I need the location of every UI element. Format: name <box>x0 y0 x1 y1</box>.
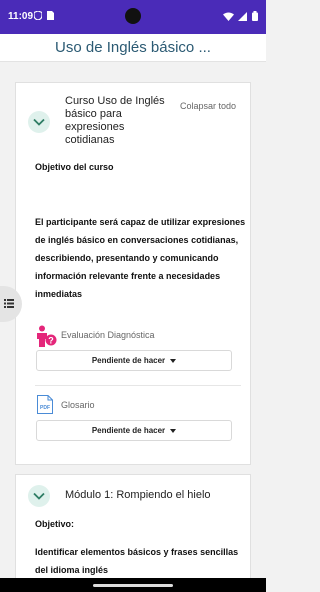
app-bar: Uso de Inglés básico ... <box>0 34 266 62</box>
person-question-icon: ? <box>37 325 57 347</box>
objective-heading: Objetivo del curso <box>35 162 114 172</box>
pdf-icon: PDF <box>37 395 53 414</box>
sim-card-icon <box>46 11 54 20</box>
module-objective-heading: Objetivo: <box>35 519 75 529</box>
status-left-icons <box>33 10 54 22</box>
home-indicator[interactable] <box>93 584 173 587</box>
signal-icon <box>238 12 248 21</box>
course-card: Curso Uso de Inglés básico para expresio… <box>15 82 251 465</box>
objective-text: El participante será capaz de utilizar e… <box>35 217 246 299</box>
svg-text:PDF: PDF <box>40 405 50 411</box>
caret-down-icon <box>170 358 177 363</box>
status-dropdown[interactable]: Pendiente de hacer <box>36 420 232 441</box>
chevron-down-icon <box>33 492 45 500</box>
svg-text:?: ? <box>48 336 54 346</box>
divider <box>35 385 241 386</box>
status-bar: 11:09 <box>0 0 266 34</box>
page-title: Uso de Inglés básico ... <box>55 39 211 56</box>
module-objective-text: Identificar elementos básicos y frases s… <box>35 547 239 575</box>
shield-icon <box>33 10 43 21</box>
caret-down-icon <box>170 428 177 433</box>
chevron-down-icon <box>33 118 45 126</box>
module-title: Módulo 1: Rompiendo el hielo <box>65 489 211 501</box>
battery-icon <box>252 11 258 21</box>
status-dropdown-value: Pendiente de hacer <box>91 356 166 365</box>
wifi-icon <box>222 12 234 21</box>
camera-cutout <box>125 8 141 24</box>
list-icon <box>4 299 14 308</box>
module-card: Módulo 1: Rompiendo el hielo Objetivo: I… <box>15 474 251 584</box>
collapse-all-link[interactable]: Colapsar todo <box>180 101 236 111</box>
collapse-course-button[interactable] <box>28 111 50 133</box>
activity-label[interactable]: Glosario <box>61 400 95 410</box>
collapse-module-button[interactable] <box>28 485 50 507</box>
course-title: Curso Uso de Inglés básico para expresio… <box>65 95 165 146</box>
status-right-icons <box>222 11 258 23</box>
status-dropdown[interactable]: Pendiente de hacer <box>36 350 232 371</box>
status-dropdown-value: Pendiente de hacer <box>91 426 166 435</box>
status-time: 11:09 <box>8 11 34 22</box>
system-nav-bar <box>0 578 266 592</box>
activity-label[interactable]: Evaluación Diagnóstica <box>61 330 155 340</box>
